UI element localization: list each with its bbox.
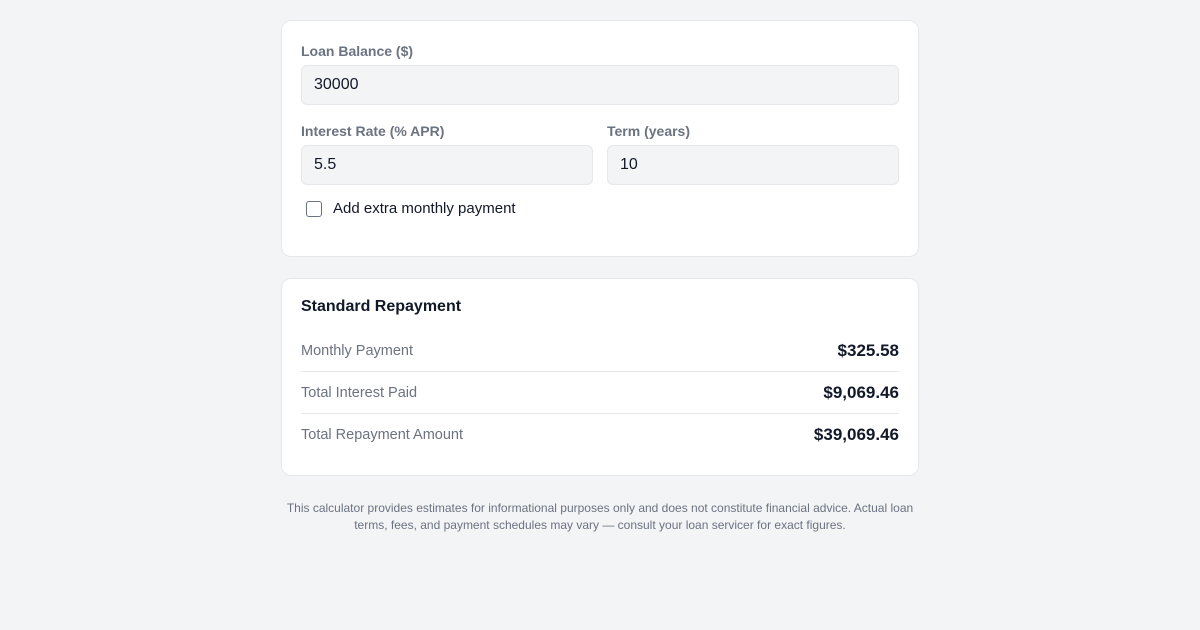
result-value: $325.58 bbox=[837, 340, 899, 360]
term-group: Term (years) bbox=[607, 121, 899, 185]
loan-balance-label: Loan Balance ($) bbox=[301, 43, 414, 59]
results-title: Standard Repayment bbox=[301, 298, 462, 315]
result-label: Monthly Payment bbox=[301, 342, 414, 359]
interest-rate-group: Interest Rate (% APR) bbox=[301, 121, 593, 185]
loan-balance-input[interactable] bbox=[301, 65, 899, 105]
term-label: Term (years) bbox=[607, 123, 691, 139]
extra-payment-checkbox[interactable] bbox=[306, 200, 322, 217]
result-label: Total Repayment Amount bbox=[301, 426, 464, 443]
interest-rate-input[interactable] bbox=[301, 145, 593, 185]
results-card: Standard Repayment Monthly Payment $325.… bbox=[281, 278, 919, 476]
extra-payment-toggle[interactable]: Add extra monthly payment bbox=[306, 200, 516, 217]
term-input[interactable] bbox=[607, 145, 899, 185]
result-row-total-repayment: Total Repayment Amount $39,069.46 bbox=[301, 414, 899, 455]
extra-payment-label: Add extra monthly payment bbox=[333, 200, 516, 217]
interest-rate-label: Interest Rate (% APR) bbox=[301, 123, 445, 139]
disclaimer-text: This calculator provides estimates for i… bbox=[286, 501, 914, 532]
result-value: $39,069.46 bbox=[813, 424, 899, 444]
result-value: $9,069.46 bbox=[823, 382, 899, 402]
loan-input-card: Loan Balance ($) Interest Rate (% APR) T… bbox=[281, 20, 919, 257]
result-row-total-interest: Total Interest Paid $9,069.46 bbox=[301, 372, 899, 414]
result-label: Total Interest Paid bbox=[301, 384, 418, 401]
calculator-container: Loan Balance ($) Interest Rate (% APR) T… bbox=[281, 20, 919, 534]
result-row-monthly-payment: Monthly Payment $325.58 bbox=[301, 330, 899, 372]
rate-term-row: Interest Rate (% APR) Term (years) bbox=[301, 121, 899, 185]
